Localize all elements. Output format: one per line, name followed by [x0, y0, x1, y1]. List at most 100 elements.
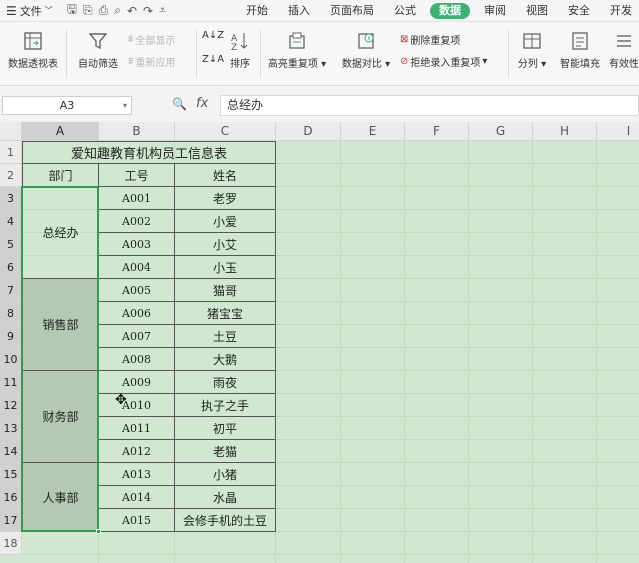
employee-name-cell[interactable]: 小猪 [175, 463, 276, 486]
department-cell[interactable]: 人事部 [22, 463, 99, 532]
employee-name-cell[interactable]: 大鹅 [175, 348, 276, 371]
employee-id-cell[interactable]: A001 [99, 187, 175, 210]
row-header-4[interactable]: 4 [0, 210, 22, 233]
customize-icon[interactable]: ⩡ [159, 3, 166, 18]
spreadsheet-grid[interactable]: A B C D E F G H I 1 2 3 4 5 6 7 8 9 10 11 12 13 14 15 16 17 18 爱知趣教… [0, 122, 639, 563]
department-cell[interactable]: 财务部 [22, 371, 99, 463]
employee-name-cell[interactable]: 会修手机的土豆 [175, 509, 276, 532]
row-header-13[interactable]: 13 [0, 417, 22, 440]
employee-id-cell[interactable]: A011 [99, 417, 175, 440]
smart-fill-button[interactable]: 智能填充 [556, 30, 604, 70]
redo-icon[interactable]: ↷ [143, 4, 153, 18]
employee-id-cell[interactable]: A007 [99, 325, 175, 348]
column-header-i[interactable]: I [597, 122, 639, 141]
employee-id-cell[interactable]: A006 [99, 302, 175, 325]
tab-developer[interactable]: 开发 [600, 0, 639, 22]
clipboard-icon[interactable]: ⎘ [83, 3, 93, 18]
employee-id-cell[interactable]: A003 [99, 233, 175, 256]
row-header-3[interactable]: 3 [0, 187, 22, 210]
name-box[interactable]: A3 ▾ [2, 96, 132, 115]
validity-button[interactable]: 有效性 [609, 30, 639, 70]
delete-duplicates-button[interactable]: ⊠ 删除重复项 [400, 32, 460, 47]
select-all-corner[interactable] [0, 122, 22, 141]
table-title-cell[interactable]: 爱知趣教育机构员工信息表 [22, 141, 276, 164]
row-header-5[interactable]: 5 [0, 233, 22, 256]
employee-id-cell[interactable]: A008 [99, 348, 175, 371]
department-cell[interactable]: 销售部 [22, 279, 99, 371]
column-header-g[interactable]: G [469, 122, 533, 141]
employee-id-cell[interactable]: A004 [99, 256, 175, 279]
employee-name-cell[interactable]: 小玉 [175, 256, 276, 279]
sort-button[interactable]: AZ 排序 [226, 30, 254, 70]
highlight-duplicates-button[interactable]: 高亮重复项 ▾ [266, 30, 328, 70]
show-all-button[interactable]: ⩩ 全部显示 [128, 32, 175, 47]
row-header-1[interactable]: 1 [0, 141, 22, 164]
header-name-cell[interactable]: 姓名 [175, 164, 276, 187]
column-header-d[interactable]: D [276, 122, 341, 141]
preview-icon[interactable]: ⌕ [114, 3, 121, 18]
row-header-7[interactable]: 7 [0, 279, 22, 302]
function-icon[interactable]: fx [196, 96, 208, 111]
employee-name-cell[interactable]: 雨夜 [175, 371, 276, 394]
autofilter-button[interactable]: 自动筛选 [74, 30, 122, 70]
employee-id-cell[interactable]: A009 [99, 371, 175, 394]
tab-insert[interactable]: 插入 [278, 0, 320, 22]
employee-name-cell[interactable]: 猫哥 [175, 279, 276, 302]
row-header-8[interactable]: 8 [0, 302, 22, 325]
save-icon[interactable]: 🖫 [67, 0, 77, 21]
row-header-12[interactable]: 12 [0, 394, 22, 417]
split-columns-button[interactable]: 分列 ▾ [516, 30, 548, 70]
employee-id-cell[interactable]: A014 [99, 486, 175, 509]
employee-name-cell[interactable]: 执子之手 [175, 394, 276, 417]
row-header-17[interactable]: 17 [0, 509, 22, 532]
department-cell[interactable]: 总经办 [22, 187, 99, 279]
formula-input[interactable]: 总经办 [220, 95, 639, 116]
column-header-f[interactable]: F [405, 122, 469, 141]
row-header-10[interactable]: 10 [0, 348, 22, 371]
employee-name-cell[interactable]: 老罗 [175, 187, 276, 210]
column-header-h[interactable]: H [533, 122, 597, 141]
row-header-18[interactable]: 18 [0, 532, 22, 555]
employee-id-cell[interactable]: A015 [99, 509, 175, 532]
fill-handle[interactable] [96, 529, 101, 534]
sort-descending-icon[interactable]: Z↓A [202, 54, 224, 65]
row-header-11[interactable]: 11 [0, 371, 22, 394]
file-menu[interactable]: ☰ 文件 ﹀ [0, 0, 59, 22]
employee-id-cell[interactable]: A012 [99, 440, 175, 463]
tab-formulas[interactable]: 公式 [384, 0, 426, 22]
employee-id-cell[interactable]: A010 [99, 394, 175, 417]
employee-name-cell[interactable]: 小艾 [175, 233, 276, 256]
employee-name-cell[interactable]: 初平 [175, 417, 276, 440]
reapply-button[interactable]: ⩩ 重新应用 [128, 54, 175, 69]
tab-home[interactable]: 开始 [236, 0, 278, 22]
tab-review[interactable]: 审阅 [474, 0, 516, 22]
zoom-icon[interactable]: 🔍 [172, 97, 187, 111]
pivot-table-button[interactable]: 数据透视表 [4, 30, 62, 70]
employee-name-cell[interactable]: 猪宝宝 [175, 302, 276, 325]
data-compare-button[interactable]: 数据对比 ▾ [338, 30, 394, 70]
employee-id-cell[interactable]: A002 [99, 210, 175, 233]
print-icon[interactable]: ⎙ [99, 3, 109, 18]
reject-duplicates-button[interactable]: ⊘ 拒绝录入重复项 ▾ [400, 54, 487, 69]
header-id-cell[interactable]: 工号 [99, 164, 175, 187]
tab-page-layout[interactable]: 页面布局 [320, 0, 384, 22]
employee-name-cell[interactable]: 老猫 [175, 440, 276, 463]
tab-data[interactable]: 数据 [430, 3, 470, 19]
row-header-9[interactable]: 9 [0, 325, 22, 348]
tab-security[interactable]: 安全 [558, 0, 600, 22]
employee-id-cell[interactable]: A013 [99, 463, 175, 486]
employee-name-cell[interactable]: 土豆 [175, 325, 276, 348]
header-dept-cell[interactable]: 部门 [22, 164, 99, 187]
row-header-6[interactable]: 6 [0, 256, 22, 279]
tab-view[interactable]: 视图 [516, 0, 558, 22]
column-header-c[interactable]: C [175, 122, 276, 141]
undo-icon[interactable]: ↶ [127, 4, 137, 18]
column-header-e[interactable]: E [341, 122, 405, 141]
row-header-16[interactable]: 16 [0, 486, 22, 509]
row-header-2[interactable]: 2 [0, 164, 22, 187]
employee-id-cell[interactable]: A005 [99, 279, 175, 302]
column-header-a[interactable]: A [22, 122, 99, 141]
row-header-14[interactable]: 14 [0, 440, 22, 463]
row-header-15[interactable]: 15 [0, 463, 22, 486]
employee-name-cell[interactable]: 小爱 [175, 210, 276, 233]
